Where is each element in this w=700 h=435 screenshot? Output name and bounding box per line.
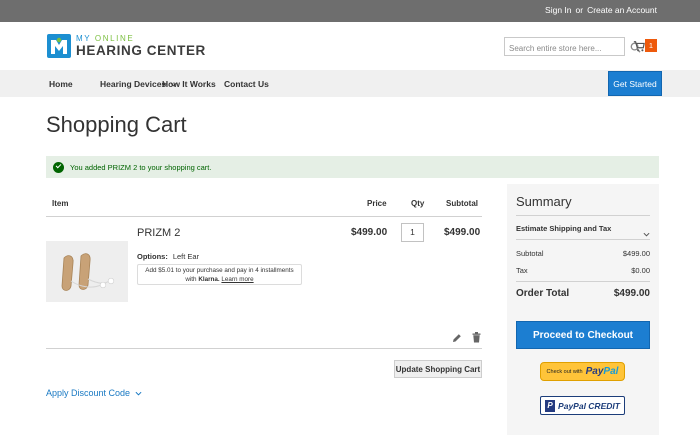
cart-icon[interactable] xyxy=(633,39,645,57)
summary-divider xyxy=(516,239,650,240)
trash-icon[interactable] xyxy=(472,330,481,348)
apply-discount-toggle[interactable]: Apply Discount Code xyxy=(46,388,142,398)
sign-in-link[interactable]: Sign In xyxy=(545,5,571,15)
summary-divider xyxy=(516,281,650,282)
check-icon xyxy=(53,161,64,173)
product-image[interactable] xyxy=(46,241,128,302)
order-total-label: Order Total xyxy=(516,288,570,299)
product-subtotal: $499.00 xyxy=(444,227,481,238)
site-logo[interactable]: MY ONLINE HEARING CENTER xyxy=(47,33,206,59)
create-account-link[interactable]: Create an Account xyxy=(587,5,657,15)
klarna-text: Add $5.01 to your purchase and pay in 4 … xyxy=(145,267,294,274)
paypal-credit-label: PayPal CREDIT xyxy=(558,400,620,411)
cart-count-badge[interactable]: 1 xyxy=(645,39,657,52)
options-value: Left Ear xyxy=(172,252,200,261)
paypal-button-text: Check out with xyxy=(546,368,583,375)
product-price: $499.00 xyxy=(351,227,388,238)
edit-icon[interactable] xyxy=(452,330,462,348)
nav-item-label: Hearing Devices xyxy=(100,79,167,89)
paypal-checkout-button[interactable]: Check out with PayPal xyxy=(540,362,625,381)
summary-subtotal-row: Subtotal $499.00 xyxy=(516,249,650,258)
nav-item-home[interactable]: Home xyxy=(49,79,73,89)
summary-tax-row: Tax $0.00 xyxy=(516,266,650,275)
klarna-message: Add $5.01 to your purchase and pay in 4 … xyxy=(137,264,302,285)
klarna-learn-more-link[interactable]: Learn more xyxy=(221,276,253,283)
nav-item-how-it-works[interactable]: How It Works xyxy=(162,79,216,89)
product-name-link[interactable]: PRIZM 2 xyxy=(137,227,180,239)
quantity-input[interactable]: 1 xyxy=(401,223,424,242)
tax-value: $0.00 xyxy=(631,266,650,275)
or-text: or xyxy=(575,5,584,15)
search-input[interactable] xyxy=(505,40,605,57)
logo-wordmark: HEARING CENTER xyxy=(76,42,206,58)
main-nav: Home Hearing Devices How It Works Contac… xyxy=(0,70,700,97)
column-header-price: Price xyxy=(367,199,387,208)
success-message: You added PRIZM 2 to your shopping cart. xyxy=(46,156,659,178)
options-label: Options: xyxy=(137,252,168,261)
apply-discount-label: Apply Discount Code xyxy=(46,388,131,398)
table-divider xyxy=(46,216,482,217)
subtotal-value: $499.00 xyxy=(622,249,650,258)
page-title: Shopping Cart xyxy=(46,112,187,137)
column-header-item: Item xyxy=(52,199,69,208)
order-total-value: $499.00 xyxy=(613,288,650,299)
paypal-logo: PayPal xyxy=(585,366,619,377)
get-started-button[interactable]: Get Started xyxy=(608,71,662,96)
top-bar: Sign In or Create an Account xyxy=(0,0,700,22)
nav-item-contact-us[interactable]: Contact Us xyxy=(224,79,269,89)
summary-divider xyxy=(516,215,650,216)
paypal-p-icon: P xyxy=(545,399,556,412)
table-bottom-divider xyxy=(46,348,482,349)
summary-title: Summary xyxy=(516,194,572,209)
product-options: Options: Left Ear xyxy=(137,252,199,261)
success-message-text: You added PRIZM 2 to your shopping cart. xyxy=(70,162,212,172)
subtotal-label: Subtotal xyxy=(516,249,544,258)
klarna-logo: Klarna. xyxy=(198,276,220,283)
column-header-subtotal: Subtotal xyxy=(446,199,478,208)
order-total-row: Order Total $499.00 xyxy=(516,288,650,299)
account-links: Sign In or Create an Account xyxy=(545,5,657,15)
column-header-qty: Qty xyxy=(411,199,425,208)
estimate-shipping-toggle[interactable]: Estimate Shipping and Tax xyxy=(516,224,611,233)
tax-label: Tax xyxy=(516,266,528,275)
logo-text: MY ONLINE HEARING CENTER xyxy=(76,33,206,58)
search-box xyxy=(504,37,641,57)
chevron-down-icon xyxy=(135,388,142,398)
update-cart-button[interactable]: Update Shopping Cart xyxy=(394,360,482,378)
logo-tagline: MY ONLINE xyxy=(76,33,135,43)
paypal-credit-button[interactable]: P PayPal CREDIT xyxy=(540,396,625,415)
order-summary: Summary Estimate Shipping and Tax Subtot… xyxy=(507,184,659,435)
logo-mark-icon xyxy=(47,34,71,58)
proceed-to-checkout-button[interactable]: Proceed to Checkout xyxy=(516,321,650,349)
